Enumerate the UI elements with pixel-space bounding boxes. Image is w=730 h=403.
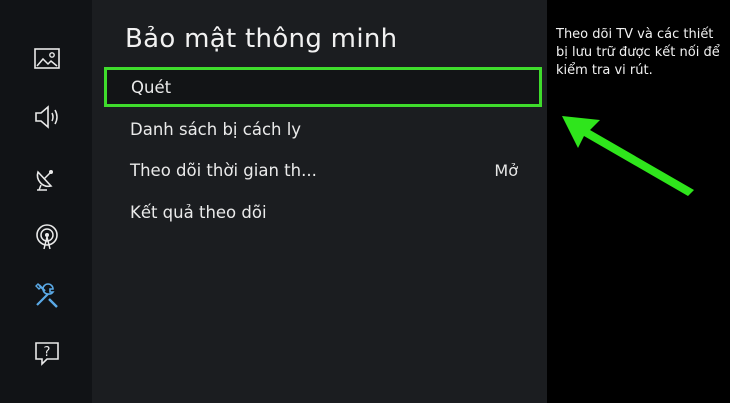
support-icon[interactable]	[32, 280, 62, 310]
menu-item-monitoring-results[interactable]: Kết quả theo dõi	[104, 193, 542, 231]
help-icon[interactable]: ?	[32, 338, 62, 368]
svg-text:?: ?	[44, 345, 51, 360]
menu-item-realtime-monitoring[interactable]: Theo dõi thời gian th... Mở	[104, 151, 542, 189]
sound-icon[interactable]	[32, 102, 62, 132]
green-arrow-annotation	[562, 116, 694, 196]
tv-settings-screen: ? Bảo mật thông minh Quét Danh sách bị c…	[0, 0, 730, 403]
help-description: Theo dõi TV và các thiết bị lưu trữ được…	[556, 27, 720, 78]
menu-item-label: Kết quả theo dõi	[130, 202, 267, 222]
menu-item-scan[interactable]: Quét	[104, 67, 542, 107]
picture-icon[interactable]	[32, 44, 62, 74]
menu-item-label: Quét	[131, 77, 172, 97]
settings-sidebar: ?	[0, 0, 92, 403]
menu-item-label: Danh sách bị cách ly	[130, 119, 302, 139]
broadcasting-icon[interactable]	[32, 163, 62, 193]
menu-item-quarantine-list[interactable]: Danh sách bị cách ly	[104, 110, 542, 148]
menu-item-label: Theo dõi thời gian th...	[130, 160, 317, 180]
menu-item-value: Mở	[494, 160, 518, 180]
network-icon[interactable]	[32, 222, 62, 252]
page-title: Bảo mật thông minh	[125, 24, 398, 54]
